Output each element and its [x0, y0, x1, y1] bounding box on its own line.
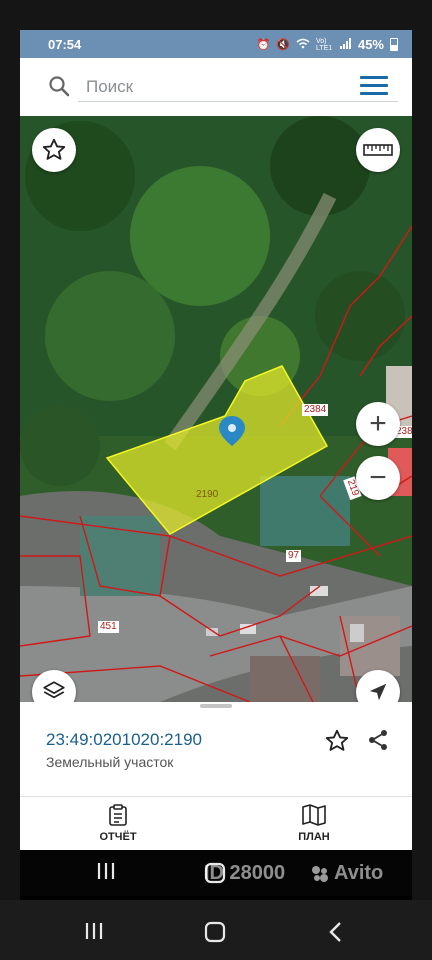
- star-icon: [325, 729, 349, 751]
- search-icon[interactable]: [48, 75, 70, 102]
- layers-icon: [43, 681, 65, 699]
- zoom-out-button[interactable]: −: [356, 456, 400, 500]
- recents-button[interactable]: [96, 862, 116, 885]
- status-time: 07:54: [48, 37, 82, 52]
- zoom-in-icon: +: [369, 407, 387, 440]
- parcel-label-2384: 2384: [302, 404, 329, 416]
- favorite-button[interactable]: [324, 728, 350, 759]
- phone-screen: 07:54 ⏰ 🔇 Vo) LTE1 45% Поиск 2384 238 21…: [20, 30, 412, 930]
- map-view[interactable]: 2384 238 2190 219 97 451 85 + −: [20, 116, 412, 702]
- inner-navigation-bar: ID 28000 Avito: [20, 850, 412, 896]
- system-navigation-bar: [0, 900, 432, 960]
- object-type: Земельный участок: [46, 754, 174, 770]
- selected-parcel-label: 2190: [196, 489, 219, 500]
- bottom-tab-bar: ОТЧЁТ ПЛАН: [20, 796, 412, 851]
- status-bar: 07:54 ⏰ 🔇 Vo) LTE1 45%: [20, 30, 412, 58]
- ruler-icon: [363, 144, 393, 156]
- menu-icon[interactable]: [360, 76, 388, 98]
- parcel-label-97: 97: [286, 550, 302, 562]
- share-icon: [369, 730, 387, 750]
- mute-icon: 🔇: [276, 39, 290, 51]
- avito-logo: Avito: [310, 862, 383, 885]
- system-recents-button[interactable]: [84, 922, 104, 945]
- search-bar: [20, 58, 412, 116]
- navigation-arrow-icon: [369, 683, 387, 701]
- battery-icon: [390, 38, 398, 51]
- share-button[interactable]: [366, 728, 390, 757]
- cadastral-number: 23:49:0201020:2190: [46, 730, 202, 749]
- battery-percent: 45%: [357, 37, 384, 52]
- star-icon: [42, 138, 66, 160]
- tab-report[interactable]: ОТЧЁТ: [68, 803, 168, 843]
- system-home-button[interactable]: [204, 921, 226, 948]
- avito-dots-icon: [312, 865, 328, 882]
- favorite-map-button[interactable]: [32, 128, 76, 172]
- recents-icon: [97, 863, 115, 879]
- parcel-label-451: 451: [98, 621, 119, 633]
- zoom-in-button[interactable]: +: [356, 402, 400, 446]
- map-icon: [302, 804, 326, 826]
- search-input[interactable]: [78, 72, 398, 102]
- home-icon: [204, 921, 226, 943]
- ruler-button[interactable]: [356, 128, 400, 172]
- wifi-icon: [296, 38, 310, 52]
- recents-icon: [85, 923, 103, 939]
- object-info-panel[interactable]: 23:49:0201020:2190 Земельный участок: [20, 702, 412, 796]
- signal-icon: [339, 37, 352, 52]
- satellite-map: [20, 116, 412, 702]
- alarm-icon: ⏰: [256, 39, 271, 51]
- watermark-id: ID 28000: [204, 862, 286, 884]
- tab-plan[interactable]: ПЛАН: [264, 803, 364, 843]
- network-label: Vo) LTE1: [315, 37, 333, 52]
- avito-brand: Avito: [334, 862, 384, 884]
- tab-plan-label: ПЛАН: [298, 831, 330, 843]
- drag-handle[interactable]: [200, 704, 232, 708]
- clipboard-icon: [109, 804, 127, 826]
- status-icons: ⏰ 🔇 Vo) LTE1 45%: [257, 37, 398, 52]
- tab-report-label: ОТЧЁТ: [99, 831, 137, 843]
- zoom-out-icon: −: [369, 461, 387, 494]
- back-icon: [329, 922, 341, 942]
- system-back-button[interactable]: [328, 921, 342, 948]
